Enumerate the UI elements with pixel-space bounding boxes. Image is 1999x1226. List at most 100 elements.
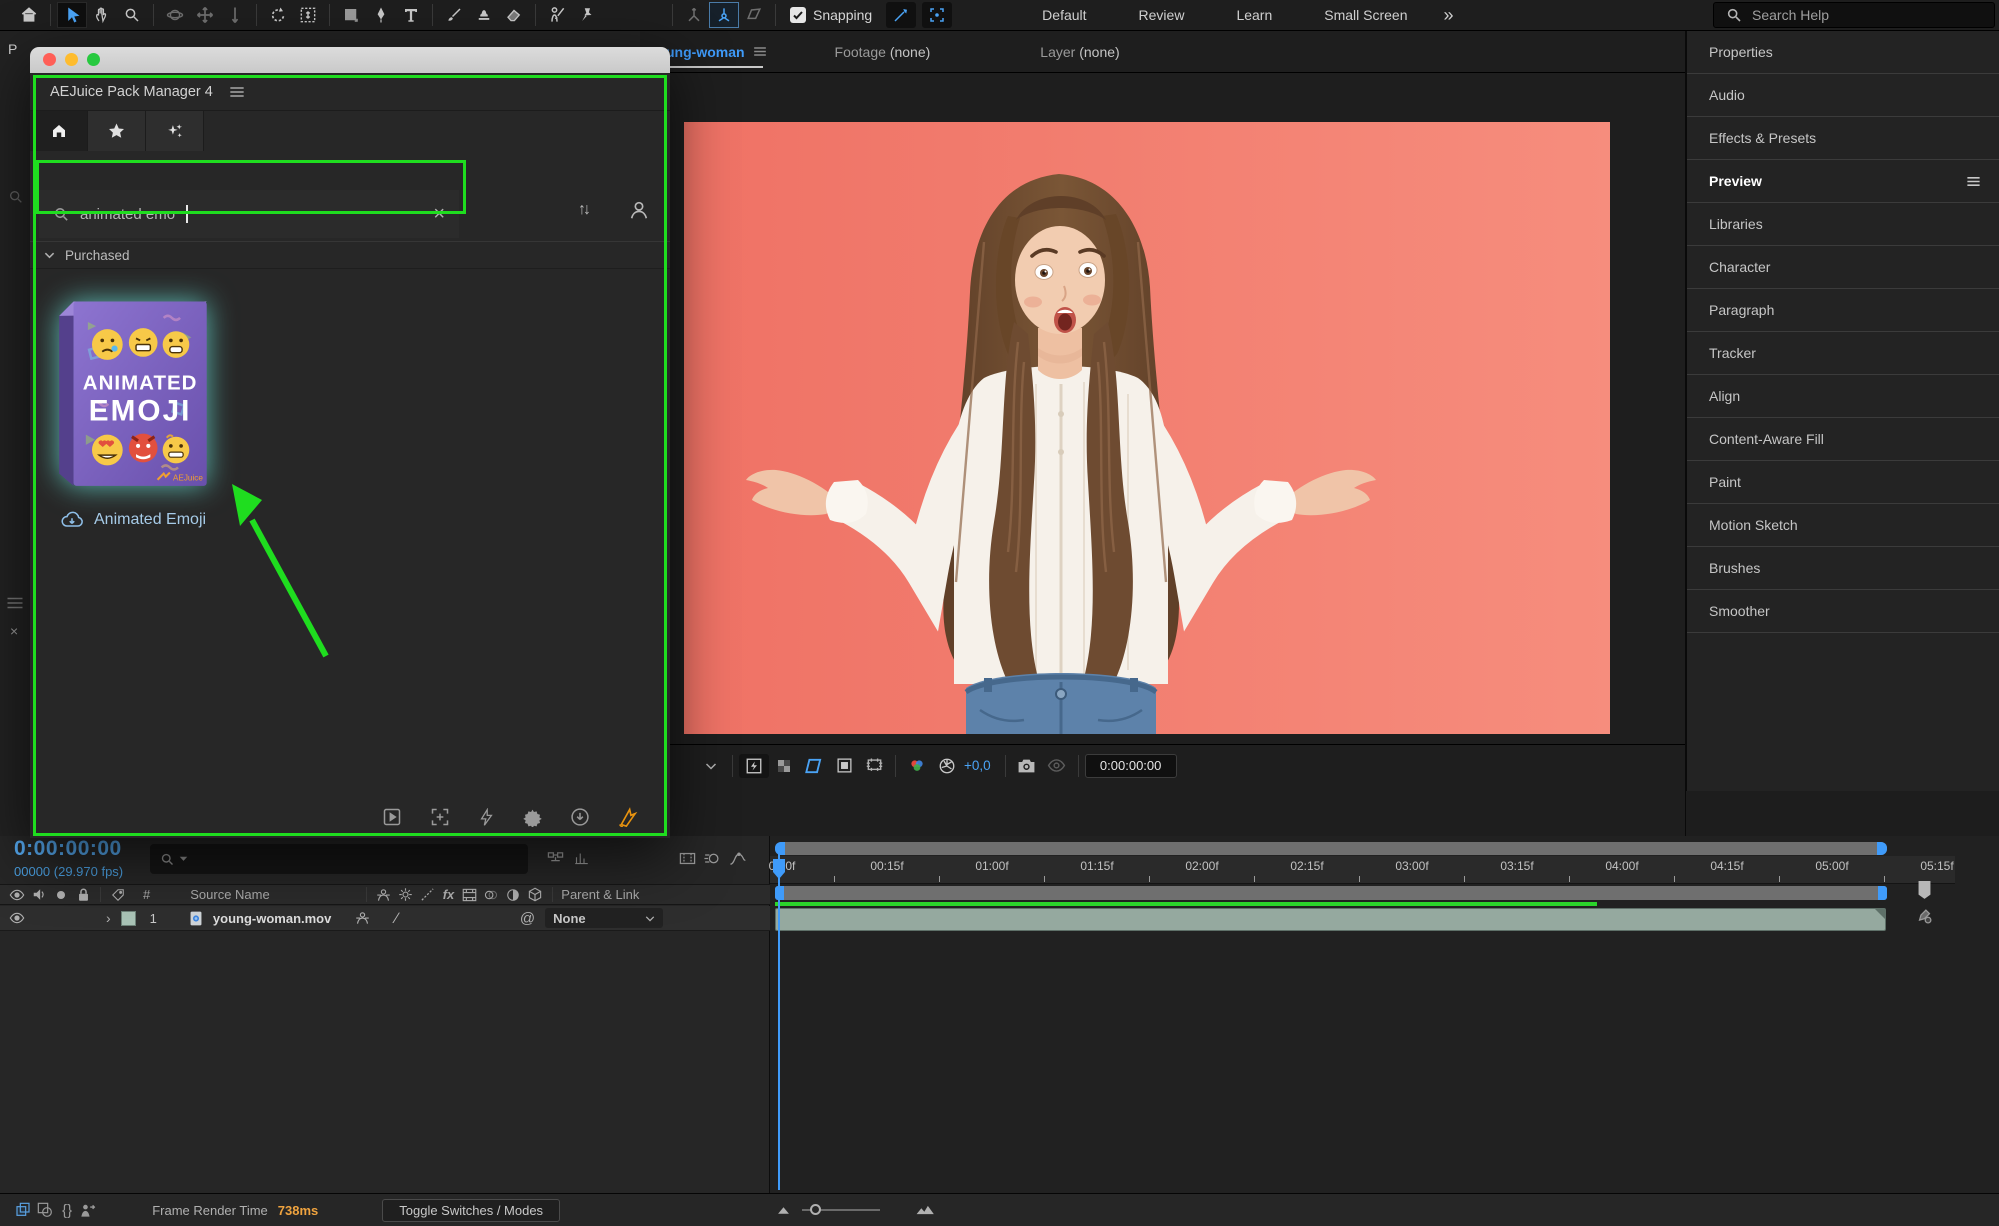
roto-brush-tool-icon[interactable] bbox=[542, 2, 572, 28]
aejuice-favorites-tab[interactable] bbox=[88, 111, 146, 151]
account-icon[interactable] bbox=[628, 199, 650, 221]
pack-list-item[interactable]: Animated Emoji bbox=[60, 511, 206, 529]
window-title-bar[interactable] bbox=[30, 47, 670, 73]
layer-label-color-swatch[interactable] bbox=[120, 910, 136, 926]
solo-column-icon[interactable] bbox=[50, 885, 72, 905]
toggle-switches-modes-button[interactable]: Toggle Switches / Modes bbox=[382, 1198, 561, 1222]
timeline-options-icon[interactable] bbox=[570, 848, 592, 868]
snapshot-camera-icon[interactable] bbox=[1012, 754, 1042, 778]
pack-thumbnail-animated-emoji[interactable]: ANIMATED EMOJI AEJuice bbox=[50, 281, 220, 491]
video-column-eye-icon[interactable] bbox=[6, 885, 28, 905]
region-of-interest-icon[interactable] bbox=[829, 754, 859, 778]
panel-tab-align[interactable]: Align bbox=[1687, 375, 1999, 418]
panel-tab-brushes[interactable]: Brushes bbox=[1687, 547, 1999, 590]
panel-close-icon[interactable]: × bbox=[10, 623, 18, 639]
aejuice-logo-icon[interactable] bbox=[618, 806, 638, 828]
layer-duration-bar[interactable] bbox=[775, 908, 1886, 931]
lock-column-icon[interactable] bbox=[72, 885, 94, 905]
panel-tab-preview[interactable]: Preview bbox=[1687, 160, 1999, 203]
zoom-out-mountain-icon[interactable] bbox=[772, 1200, 794, 1220]
panel-tab-properties[interactable]: Properties bbox=[1687, 31, 1999, 74]
zoom-tool-icon[interactable] bbox=[117, 2, 147, 28]
rotate-tool-icon[interactable] bbox=[263, 2, 293, 28]
eraser-tool-icon[interactable] bbox=[499, 2, 529, 28]
panel-tab-tracker[interactable]: Tracker bbox=[1687, 332, 1999, 375]
timeline-search-field[interactable] bbox=[150, 844, 528, 874]
selection-tool-icon[interactable] bbox=[57, 2, 87, 28]
minimize-window-button[interactable] bbox=[65, 53, 78, 66]
workspace-tab-default[interactable]: Default bbox=[1016, 7, 1112, 23]
parent-link-column[interactable]: Parent & Link bbox=[561, 887, 639, 902]
exposure-value[interactable]: +0,0 bbox=[964, 758, 991, 773]
frame-blend-switch-icon[interactable] bbox=[458, 885, 480, 905]
layer-expand-arrow[interactable]: › bbox=[106, 910, 111, 926]
layer-row-young-woman[interactable]: › 1 young-woman.mov ∕ @ None bbox=[0, 906, 770, 931]
aejuice-home-tab[interactable] bbox=[30, 111, 88, 151]
panel-tab-effects-presets[interactable]: Effects & Presets bbox=[1687, 117, 1999, 160]
exposure-icon[interactable] bbox=[932, 754, 962, 778]
transparency-toggle-icon[interactable] bbox=[34, 1200, 56, 1220]
panel-tab-audio[interactable]: Audio bbox=[1687, 74, 1999, 117]
pen-tool-icon[interactable] bbox=[366, 2, 396, 28]
effects-switch-icon[interactable]: fx bbox=[443, 887, 455, 902]
search-help-field[interactable]: Search Help bbox=[1713, 2, 1995, 28]
mask-visibility-icon[interactable] bbox=[799, 754, 829, 778]
workspace-overflow-chevrons[interactable]: » bbox=[1434, 5, 1464, 26]
collapse-switch-icon[interactable] bbox=[395, 885, 417, 905]
pan-camera-tool-icon[interactable] bbox=[190, 2, 220, 28]
local-axis-mode-icon[interactable] bbox=[679, 2, 709, 28]
timeline-current-timecode[interactable]: 0:00:00:00 bbox=[14, 837, 122, 861]
orbit-camera-tool-icon[interactable] bbox=[160, 2, 190, 28]
work-area-bar[interactable] bbox=[775, 886, 1887, 900]
zoom-slider-handle[interactable] bbox=[810, 1204, 822, 1215]
composition-mini-flowchart-icon[interactable] bbox=[544, 848, 566, 868]
playhead-line[interactable] bbox=[778, 843, 780, 1190]
viewer-timecode-field[interactable]: 0:00:00:00 bbox=[1084, 753, 1177, 778]
zoom-in-mountain-icon[interactable] bbox=[914, 1200, 936, 1220]
download-manager-icon[interactable] bbox=[570, 807, 590, 827]
motion-blur-switch-icon[interactable] bbox=[700, 848, 722, 868]
home-tool-icon[interactable] bbox=[14, 2, 44, 28]
show-snapshot-icon[interactable] bbox=[1042, 754, 1072, 778]
layer-source-name[interactable]: young-woman.mov bbox=[213, 911, 331, 926]
layer-number-column[interactable]: # bbox=[143, 887, 150, 902]
brush-tool-icon[interactable] bbox=[439, 2, 469, 28]
aejuice-search-field[interactable]: animated emo × bbox=[39, 190, 459, 238]
audio-column-speaker-icon[interactable] bbox=[28, 885, 50, 905]
aejuice-new-tab[interactable] bbox=[146, 111, 204, 151]
add-to-comp-icon[interactable] bbox=[430, 807, 450, 827]
panel-tab-paragraph[interactable]: Paragraph bbox=[1687, 289, 1999, 332]
navigator-end-handle[interactable] bbox=[1877, 842, 1887, 855]
layer-shy-icon[interactable] bbox=[351, 908, 373, 928]
clone-stamp-tool-icon[interactable] bbox=[469, 2, 499, 28]
preview-player-icon[interactable] bbox=[382, 807, 402, 827]
work-area-end-handle[interactable] bbox=[1878, 886, 1887, 900]
transparency-grid-icon[interactable] bbox=[769, 754, 799, 778]
source-name-column[interactable]: Source Name bbox=[190, 887, 269, 902]
navigator-start-handle[interactable] bbox=[775, 842, 785, 855]
type-tool-icon[interactable] bbox=[396, 2, 426, 28]
timeline-zoom-slider[interactable] bbox=[802, 1204, 881, 1215]
expressions-icon[interactable]: { } bbox=[62, 1202, 72, 1219]
purchased-section-header[interactable]: Purchased bbox=[30, 241, 670, 269]
guides-options-icon[interactable] bbox=[859, 754, 889, 778]
layer-eye-icon[interactable] bbox=[6, 908, 28, 928]
live-update-icon[interactable] bbox=[12, 1200, 34, 1220]
panel-tab-paint[interactable]: Paint bbox=[1687, 461, 1999, 504]
composition-image-young-woman[interactable] bbox=[684, 122, 1610, 734]
frame-blending-switch-icon[interactable] bbox=[676, 848, 698, 868]
quality-switch-icon[interactable] bbox=[417, 885, 439, 905]
close-window-button[interactable] bbox=[43, 53, 56, 66]
adjustment-layer-column-icon[interactable] bbox=[502, 885, 524, 905]
snap-to-bounding-box-icon[interactable] bbox=[922, 2, 953, 28]
panel-tab-smoother[interactable]: Smoother bbox=[1687, 590, 1999, 633]
workspace-tab-learn[interactable]: Learn bbox=[1210, 7, 1298, 23]
threed-layer-column-icon[interactable] bbox=[524, 885, 546, 905]
puppet-pin-tool-icon[interactable] bbox=[572, 2, 602, 28]
tab-layer[interactable]: Layer (none) bbox=[1030, 44, 1129, 60]
clear-search-icon[interactable]: × bbox=[433, 203, 445, 226]
workspace-tab-small-screen[interactable]: Small Screen bbox=[1298, 7, 1433, 23]
playhead-handle[interactable] bbox=[772, 858, 786, 880]
tab-footage[interactable]: Footage (none) bbox=[825, 44, 941, 60]
panel-tab-content-aware-fill[interactable]: Content-Aware Fill bbox=[1687, 418, 1999, 461]
